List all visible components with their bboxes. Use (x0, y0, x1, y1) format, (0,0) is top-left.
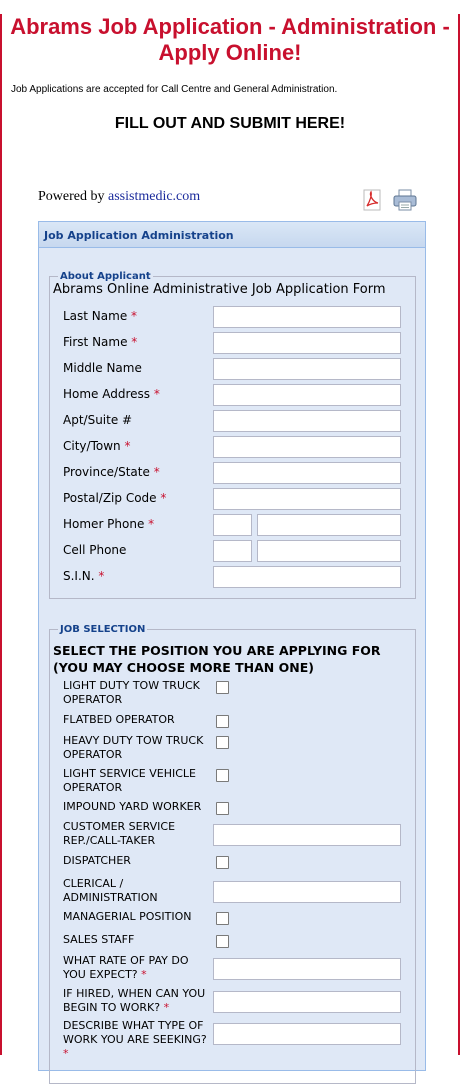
application-panel: Job Application Administration About App… (38, 221, 426, 1084)
field-home-address-label-text: Home Address (63, 387, 151, 401)
job-light-duty-tow-truck-operator-checkbox[interactable] (216, 681, 229, 694)
powered-by-label: Powered by (38, 189, 105, 204)
job-sales-staff-label-text: SALES STAFF (63, 933, 135, 946)
field-first-name-label-text: First Name (63, 335, 128, 349)
job-light-service-vehicle-operator-label: LIGHT SERVICE VEHICLE OPERATOR (63, 767, 211, 795)
field-first-name-input[interactable] (213, 332, 401, 354)
job-heavy-duty-tow-truck-operator-label-text: HEAVY DUTY TOW TRUCK OPERATOR (63, 734, 204, 761)
job-selection-heading: SELECT THE POSITION YOU ARE APPLYING FOR… (53, 643, 381, 675)
job-dispatcher-label-text: DISPATCHER (63, 854, 131, 867)
panel-header: Job Application Administration (39, 222, 425, 248)
job-managerial-position-label-text: MANAGERIAL POSITION (63, 910, 192, 923)
job-heavy-duty-tow-truck-operator-checkbox[interactable] (216, 736, 229, 749)
field-cell-phone-label: Cell Phone (63, 543, 126, 557)
pdf-icon[interactable] (363, 189, 381, 211)
job-light-duty-tow-truck-operator-label-text: LIGHT DUTY TOW TRUCK OPERATOR (63, 679, 200, 706)
required-marker: * (120, 439, 131, 453)
field-home-address-input[interactable] (213, 384, 401, 406)
job-light-service-vehicle-operator-label-text: LIGHT SERVICE VEHICLE OPERATOR (63, 767, 197, 794)
required-marker: * (150, 387, 160, 401)
required-marker: * (94, 569, 105, 583)
field-cell-phone-number-input[interactable] (257, 540, 401, 562)
field-postal-zip-code-label: Postal/Zip Code * (63, 491, 166, 505)
job-impound-yard-worker-checkbox[interactable] (216, 802, 229, 815)
job-light-duty-tow-truck-operator-label: LIGHT DUTY TOW TRUCK OPERATOR (63, 679, 211, 707)
field-homer-phone-number-input[interactable] (257, 514, 401, 536)
field-s-i-n-label: S.I.N. * (63, 569, 104, 583)
field-apt-suite-label: Apt/Suite # (63, 413, 132, 427)
job-dispatcher-label: DISPATCHER (63, 854, 211, 868)
field-province-state-input[interactable] (213, 462, 401, 484)
job-clerical-administration-input[interactable] (213, 881, 401, 903)
job-customer-service-rep-call-taker-label-text: CUSTOMER SERVICE REP./CALL-TAKER (63, 820, 176, 847)
field-homer-phone-label: Homer Phone * (63, 517, 154, 531)
field-apt-suite-input[interactable] (213, 410, 401, 432)
job-if-hired-when-can-you-begin-to-work-label: IF HIRED, WHEN CAN YOU BEGIN TO WORK? * (63, 987, 211, 1015)
job-impound-yard-worker-label-text: IMPOUND YARD WORKER (63, 800, 202, 813)
job-clerical-administration-label: CLERICAL / ADMINISTRATION (63, 877, 211, 905)
field-s-i-n-label-text: S.I.N. (63, 569, 95, 583)
field-cell-phone-area-code-input[interactable] (213, 540, 252, 562)
field-home-address-label: Home Address * (63, 387, 160, 401)
form-title: Abrams Online Administrative Job Applica… (53, 282, 386, 297)
required-marker: * (63, 1047, 69, 1060)
field-apt-suite-label-text: Apt/Suite # (63, 413, 133, 427)
field-middle-name-input[interactable] (213, 358, 401, 380)
field-middle-name-label: Middle Name (63, 361, 142, 375)
required-marker: * (127, 309, 138, 323)
powered-by: Powered by assistmedic.com (38, 189, 200, 205)
field-city-town-label: City/Town * (63, 439, 130, 453)
job-customer-service-rep-call-taker-label: CUSTOMER SERVICE REP./CALL-TAKER (63, 820, 211, 848)
page-title: Abrams Job Application - Administration … (10, 14, 450, 65)
job-flatbed-operator-checkbox[interactable] (216, 715, 229, 728)
job-dispatcher-checkbox[interactable] (216, 856, 229, 869)
required-marker: * (149, 465, 160, 479)
job-heavy-duty-tow-truck-operator-label: HEAVY DUTY TOW TRUCK OPERATOR (63, 734, 211, 762)
field-last-name-label: Last Name * (63, 309, 137, 323)
print-icon[interactable] (392, 189, 418, 211)
field-postal-zip-code-label-text: Postal/Zip Code (63, 491, 157, 505)
job-impound-yard-worker-label: IMPOUND YARD WORKER (63, 800, 211, 814)
job-customer-service-rep-call-taker-input[interactable] (213, 824, 401, 846)
assistmedic-link[interactable]: assistmedic.com (108, 189, 200, 204)
job-if-hired-when-can-you-begin-to-work-label-text: IF HIRED, WHEN CAN YOU BEGIN TO WORK? (63, 987, 206, 1014)
job-what-rate-of-pay-do-you-expect-input[interactable] (213, 958, 401, 980)
field-first-name-label: First Name * (63, 335, 137, 349)
job-flatbed-operator-label: FLATBED OPERATOR (63, 713, 211, 727)
field-city-town-input[interactable] (213, 436, 401, 458)
job-if-hired-when-can-you-begin-to-work-input[interactable] (213, 991, 401, 1013)
field-province-state-label-text: Province/State (63, 465, 150, 479)
job-describe-what-type-of-work-you-are-seeking-label: DESCRIBE WHAT TYPE OF WORK YOU ARE SEEKI… (63, 1019, 211, 1061)
job-sales-staff-checkbox[interactable] (216, 935, 229, 948)
about-applicant-legend: About Applicant (60, 271, 151, 282)
job-flatbed-operator-label-text: FLATBED OPERATOR (63, 713, 175, 726)
field-homer-phone-area-code-input[interactable] (213, 514, 252, 536)
required-marker: * (127, 335, 138, 349)
required-marker: * (160, 1001, 170, 1014)
job-what-rate-of-pay-do-you-expect-label: WHAT RATE OF PAY DO YOU EXPECT? * (63, 954, 211, 982)
job-describe-what-type-of-work-you-are-seeking-input[interactable] (213, 1023, 401, 1045)
field-homer-phone-label-text: Homer Phone (63, 517, 145, 531)
job-describe-what-type-of-work-you-are-seeking-label-text: DESCRIBE WHAT TYPE OF WORK YOU ARE SEEKI… (63, 1019, 207, 1046)
field-city-town-label-text: City/Town (63, 439, 121, 453)
fill-out-heading: FILL OUT AND SUBMIT HERE! (114, 115, 346, 132)
intro-text: Job Applications are accepted for Call C… (11, 84, 338, 95)
required-marker: * (137, 968, 147, 981)
field-last-name-input[interactable] (213, 306, 401, 328)
job-sales-staff-label: SALES STAFF (63, 933, 211, 947)
field-province-state-label: Province/State * (63, 465, 160, 479)
job-managerial-position-label: MANAGERIAL POSITION (63, 910, 211, 924)
required-marker: * (144, 517, 155, 531)
job-managerial-position-checkbox[interactable] (216, 912, 229, 925)
job-light-service-vehicle-operator-checkbox[interactable] (216, 769, 229, 782)
required-marker: * (156, 491, 167, 505)
job-selection-legend: JOB SELECTION (60, 624, 146, 635)
field-middle-name-label-text: Middle Name (63, 361, 142, 375)
field-s-i-n-input[interactable] (213, 566, 401, 588)
field-postal-zip-code-input[interactable] (213, 488, 401, 510)
job-what-rate-of-pay-do-you-expect-label-text: WHAT RATE OF PAY DO YOU EXPECT? (63, 954, 189, 981)
field-last-name-label-text: Last Name (63, 309, 128, 323)
field-cell-phone-label-text: Cell Phone (63, 543, 127, 557)
job-clerical-administration-label-text: CLERICAL / ADMINISTRATION (63, 877, 158, 904)
